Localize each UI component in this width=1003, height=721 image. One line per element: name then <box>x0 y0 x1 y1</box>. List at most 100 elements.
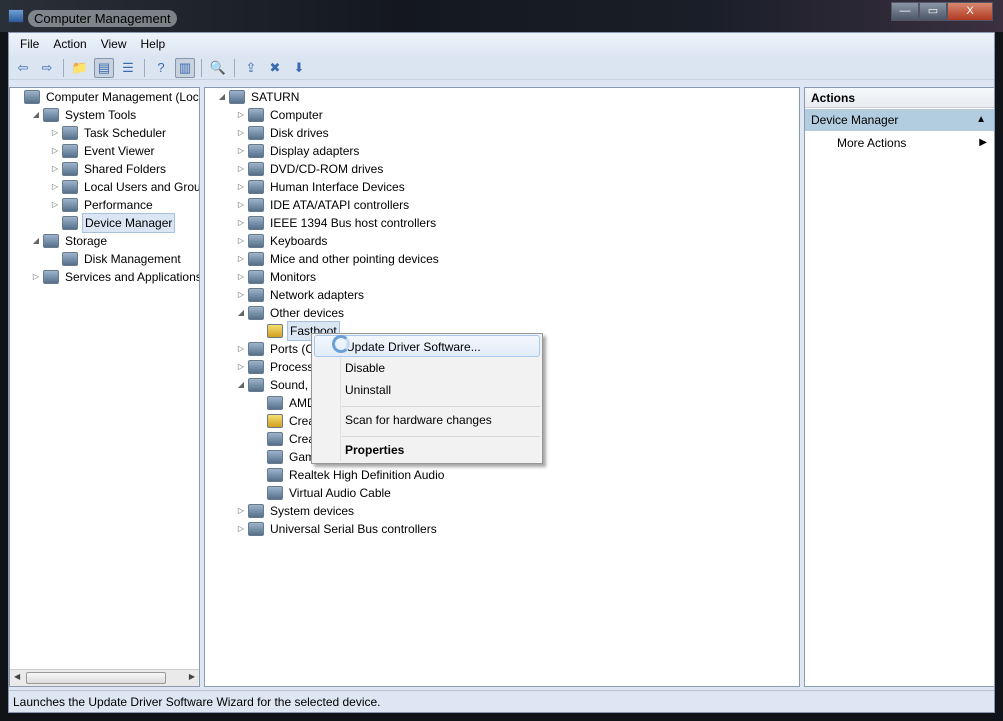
menu-item-properties[interactable]: Properties <box>345 439 404 461</box>
tree-item[interactable]: ▷ Event Viewer <box>50 142 156 160</box>
expand-arrow-icon[interactable]: ▷ <box>50 160 60 178</box>
expand-arrow-icon[interactable]: ▷ <box>236 250 246 268</box>
back-button[interactable]: ⇦ <box>13 58 33 78</box>
tree-item[interactable]: Disk Management <box>50 250 183 268</box>
tree-item[interactable]: ▷ Keyboards <box>236 232 329 250</box>
device-icon <box>267 450 283 464</box>
expand-arrow-icon[interactable]: ▷ <box>50 196 60 214</box>
menu-action[interactable]: Action <box>46 33 93 55</box>
expand-arrow-icon[interactable]: ▷ <box>236 358 246 376</box>
tree-item[interactable]: ▷ Computer <box>236 106 325 124</box>
help-button[interactable]: ? <box>151 58 171 78</box>
scan-hardware-button[interactable]: 🔍 <box>208 58 228 78</box>
collapse-arrow-icon[interactable]: ◢ <box>31 106 41 124</box>
scroll-left-icon[interactable]: ◀ <box>14 672 20 681</box>
tree-item[interactable]: ◢ SATURN <box>217 88 301 106</box>
tree-item[interactable]: Computer Management (Local <box>12 88 200 106</box>
expand-arrow-icon[interactable]: ▷ <box>236 340 246 358</box>
menu-view[interactable]: View <box>94 33 134 55</box>
actions-section-device-manager[interactable]: Device Manager ▲ <box>805 109 994 131</box>
tree-item[interactable]: ▷ Universal Serial Bus controllers <box>236 520 439 538</box>
tree-item-label: Human Interface Devices <box>270 180 405 194</box>
device-icon <box>62 144 78 158</box>
collapse-arrow-icon[interactable]: ◢ <box>31 232 41 250</box>
collapse-arrow-icon[interactable]: ◢ <box>217 88 227 106</box>
console-tree-pane[interactable]: ◀ ▶ Computer Management (Local ◢ System To… <box>9 87 200 687</box>
menu-item-disable[interactable]: Disable <box>345 357 385 379</box>
expand-arrow-icon[interactable]: ▷ <box>236 196 246 214</box>
tree-item[interactable]: ◢ System Tools <box>31 106 138 124</box>
expand-arrow-icon[interactable]: ▷ <box>236 178 246 196</box>
tree-item[interactable]: ▷ Network adapters <box>236 286 366 304</box>
device-icon <box>248 360 264 374</box>
tree-item[interactable]: ▷ Local Users and Groups <box>50 178 199 196</box>
up-folder-button[interactable]: 📁 <box>70 58 90 78</box>
device-icon <box>43 108 59 122</box>
maximize-button[interactable]: ▭ <box>919 2 947 21</box>
menu-item-scan[interactable]: Scan for hardware changes <box>345 409 492 431</box>
menu-item-uninstall[interactable]: Uninstall <box>345 379 391 401</box>
device-warning-icon <box>267 324 283 338</box>
forward-button[interactable]: ⇨ <box>37 58 57 78</box>
tree-item[interactable]: ▷ Shared Folders <box>50 160 168 178</box>
expand-arrow-icon[interactable]: ▷ <box>236 124 246 142</box>
collapse-arrow-icon[interactable]: ◢ <box>236 376 246 394</box>
update-driver-button[interactable]: ⇪ <box>241 58 261 78</box>
expand-arrow-icon[interactable]: ▷ <box>236 232 246 250</box>
tree-item[interactable]: ▷ IEEE 1394 Bus host controllers <box>236 214 438 232</box>
tree-item[interactable]: ◢ Sound, v <box>236 376 319 394</box>
expand-arrow-icon[interactable]: ▷ <box>236 214 246 232</box>
tree-item-label: Computer Management (Local <box>46 90 200 104</box>
tree-item[interactable]: ▷ Mice and other pointing devices <box>236 250 441 268</box>
collapse-arrow-icon[interactable]: ◢ <box>236 304 246 322</box>
forward-icon: ⇨ <box>41 59 53 75</box>
more-actions-item[interactable]: More Actions ▶ <box>837 134 987 152</box>
expand-arrow-icon[interactable]: ▷ <box>236 268 246 286</box>
tree-item[interactable]: ▷ System devices <box>236 502 356 520</box>
expand-arrow-icon[interactable]: ▷ <box>236 520 246 538</box>
tree-item[interactable]: ▷ Display adapters <box>236 142 361 160</box>
tree-item-label: Other devices <box>270 306 345 320</box>
tree-item[interactable]: ▷ Human Interface Devices <box>236 178 407 196</box>
tree-item[interactable]: ▷ DVD/CD-ROM drives <box>236 160 385 178</box>
close-button[interactable]: X <box>947 2 993 21</box>
tree-item[interactable]: ▷ IDE ATA/ATAPI controllers <box>236 196 411 214</box>
show-hide-action-pane-button[interactable]: ▥ <box>175 57 195 78</box>
tree-item-label: Shared Folders <box>84 162 167 176</box>
expand-arrow-icon[interactable]: ▷ <box>31 268 41 286</box>
horizontal-scrollbar[interactable]: ◀ ▶ <box>10 669 199 686</box>
disable-button[interactable]: ⬇ <box>289 58 309 78</box>
expand-arrow-icon[interactable]: ▷ <box>236 160 246 178</box>
tree-item[interactable]: ▷ Processo <box>236 358 322 376</box>
tree-item[interactable]: ◢ Storage <box>31 232 109 250</box>
tree-item[interactable]: Realtek High Definition Audio <box>255 466 446 484</box>
expand-arrow-icon[interactable]: ▷ <box>50 124 60 142</box>
scroll-right-icon[interactable]: ▶ <box>189 672 195 681</box>
menu-file[interactable]: File <box>13 33 46 55</box>
tree-item[interactable]: ▷ Services and Applications <box>31 268 199 286</box>
tree-item[interactable]: Device Manager <box>50 213 176 233</box>
tree-item[interactable]: ▷ Performance <box>50 196 155 214</box>
tree-item[interactable]: ▷ Task Scheduler <box>50 124 168 142</box>
minimize-button[interactable]: — <box>891 2 919 21</box>
tree-item[interactable]: ▷ Monitors <box>236 268 318 286</box>
expand-arrow-icon[interactable]: ▷ <box>50 142 60 160</box>
tree-item[interactable]: ▷ Disk drives <box>236 124 331 142</box>
uninstall-button[interactable]: ✖ <box>265 58 285 78</box>
menu-help[interactable]: Help <box>134 33 173 55</box>
tree-item[interactable]: Virtual Audio Cable <box>255 484 393 502</box>
expand-arrow-icon[interactable]: ▷ <box>236 286 246 304</box>
window-title: Computer Management <box>28 10 177 27</box>
expand-arrow-icon[interactable]: ▷ <box>236 106 246 124</box>
expand-arrow-icon[interactable]: ▷ <box>50 178 60 196</box>
title-bar[interactable]: Computer Management — ▭ X <box>0 0 1003 32</box>
tree-item[interactable]: Gam <box>255 448 317 466</box>
expand-arrow-icon[interactable]: ▷ <box>236 142 246 160</box>
tree-item[interactable]: AMD <box>255 394 318 412</box>
expand-arrow-icon[interactable]: ▷ <box>236 502 246 520</box>
tree-item[interactable]: ◢ Other devices <box>236 304 346 322</box>
show-hide-tree-button[interactable]: ▤ <box>94 57 114 78</box>
export-list-button[interactable]: ☰ <box>118 58 138 78</box>
scrollbar-thumb[interactable] <box>26 672 166 684</box>
collapse-up-icon[interactable]: ▲ <box>976 109 986 131</box>
